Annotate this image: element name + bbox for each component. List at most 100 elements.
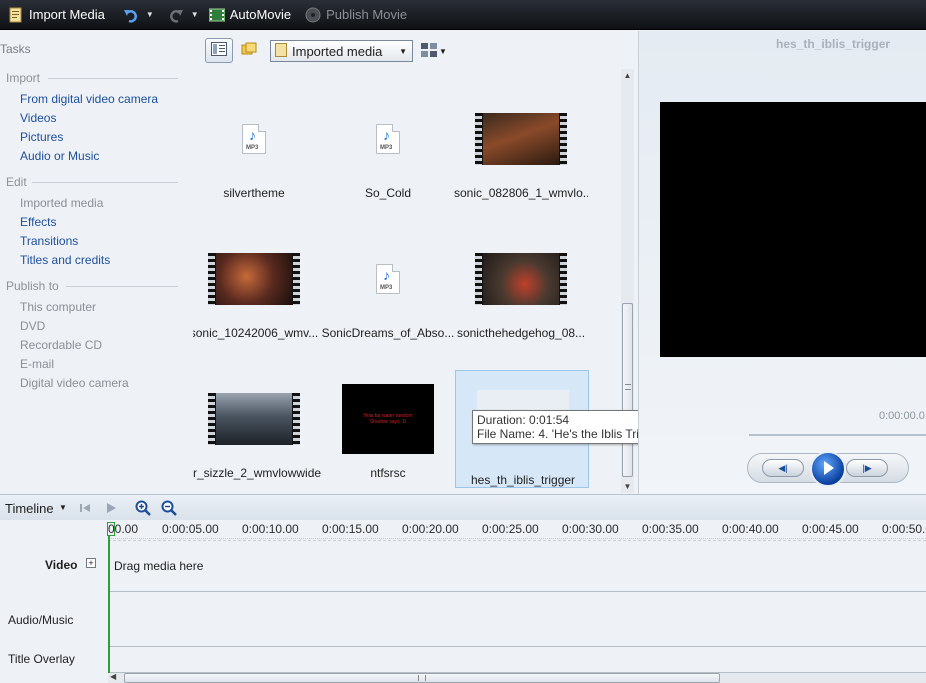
video-track[interactable]: Drag media here [108, 540, 926, 592]
media-item-sonicthehedgehog[interactable]: sonicthehedgehog_08... [454, 234, 588, 352]
zoom-out-icon[interactable] [161, 500, 177, 516]
music-note-icon: ♪ [383, 127, 390, 143]
zoom-in-icon[interactable] [135, 500, 151, 516]
import-media-button[interactable]: Import Media [4, 0, 109, 30]
media-thumb [193, 234, 321, 324]
media-item-label: SonicDreams_of_Abso... [321, 326, 455, 340]
next-frame-button[interactable]: |▶ [846, 459, 888, 477]
video-filmstrip-thumbnail [208, 253, 300, 305]
task-recordable-cd[interactable]: Recordable CD [20, 338, 102, 352]
media-item-label: So_Cold [364, 186, 412, 200]
mp3-file-icon: ♪ MP3 [376, 264, 400, 294]
media-item-sonic-082806[interactable]: sonic_082806_1_wmvlo... [454, 94, 588, 212]
media-item-sonic-10242006[interactable]: sonic_10242006_wmv... [193, 234, 321, 352]
publish-movie-button[interactable]: Publish Movie [301, 0, 411, 30]
media-item-so-cold[interactable]: ♪ MP3 So_Cold [321, 94, 455, 212]
title-overlay-track[interactable] [108, 647, 926, 673]
publish-movie-label: Publish Movie [326, 7, 408, 22]
media-item-silvertheme[interactable]: ♪ MP3 silvertheme [193, 94, 321, 212]
task-effects[interactable]: Effects [20, 215, 56, 229]
tasks-pane: Tasks Import From digital video camera V… [0, 31, 193, 494]
redo-dropdown-icon[interactable]: ▼ [191, 10, 199, 19]
timeline-horizontal-scrollbar[interactable]: ◀ [108, 672, 926, 683]
previous-frame-button[interactable]: ◀| [762, 459, 804, 477]
ruler-tick: 0:00:30.00 [562, 522, 619, 536]
timeline-toolbar: Timeline ▼ [0, 494, 926, 520]
import-media-icon [8, 7, 24, 23]
task-titles-and-credits[interactable]: Titles and credits [20, 253, 110, 267]
media-thumb [454, 234, 588, 324]
view-mode-dropdown-icon: ▼ [439, 46, 447, 56]
music-note-icon: ♪ [383, 267, 390, 283]
media-thumb [193, 374, 321, 464]
task-digital-video-camera[interactable]: Digital video camera [20, 376, 129, 390]
video-filmstrip-thumbnail [475, 253, 567, 305]
main-toolbar: Import Media ▼ ▼ AutoMovie Publish Movie [0, 0, 926, 30]
media-item-sr-sizzle[interactable]: sr_sizzle_2_wmvlowwide [193, 374, 321, 492]
undo-button[interactable]: ▼ [119, 0, 158, 30]
media-item-label: sonic_10242006_wmv... [193, 326, 319, 340]
task-videos[interactable]: Videos [20, 111, 56, 125]
audio-music-track[interactable] [108, 592, 926, 647]
media-item-sonicdreams[interactable]: ♪ MP3 SonicDreams_of_Abso... [321, 234, 455, 352]
rewind-timeline-icon[interactable] [77, 500, 93, 516]
video-filmstrip-thumbnail [475, 113, 567, 165]
play-timeline-icon[interactable] [103, 500, 119, 516]
show-collections-button[interactable] [235, 38, 263, 63]
media-thumb: ♪ MP3 [321, 94, 455, 184]
preview-pane: hes_th_iblis_trigger 0:00:00.0 ◀| |▶ [638, 31, 926, 494]
task-email[interactable]: E-mail [20, 357, 54, 371]
publish-movie-icon [305, 7, 321, 23]
preview-title: hes_th_iblis_trigger [776, 37, 891, 51]
playback-controls: ◀| |▶ [747, 451, 909, 487]
automovie-icon [208, 7, 225, 23]
collection-folder-icon [275, 42, 287, 60]
playhead-handle[interactable] [107, 522, 115, 536]
undo-dropdown-icon[interactable]: ▼ [146, 10, 154, 19]
playhead-line [108, 536, 110, 673]
timeline-dropdown-icon[interactable]: ▼ [59, 503, 67, 512]
show-tasks-button[interactable] [205, 38, 233, 63]
task-audio-or-music[interactable]: Audio or Music [20, 149, 99, 163]
video-frame [216, 253, 292, 305]
scroll-down-arrow-icon[interactable]: ▼ [621, 480, 634, 493]
scroll-left-arrow-icon[interactable]: ◀ [110, 672, 116, 681]
ruler-tick: 0:00:15.00 [322, 522, 379, 536]
timeline-scroll-thumb[interactable] [124, 673, 720, 683]
play-button[interactable] [810, 451, 846, 487]
task-imported-media[interactable]: Imported media [20, 196, 103, 210]
timeline-ruler[interactable]: 00.00 0:00:05.00 0:00:10.00 0:00:15.00 0… [108, 520, 926, 540]
ruler-tick: 0:00:05.00 [162, 522, 219, 536]
expand-video-track-icon[interactable]: + [86, 558, 96, 568]
media-item-label: hes_th_iblis_trigger [470, 473, 576, 487]
scrollbar-thumb[interactable] [622, 303, 633, 477]
next-frame-icon: |▶ [862, 462, 872, 473]
edit-section-heading: Edit [6, 175, 27, 189]
task-dvd[interactable]: DVD [20, 319, 45, 333]
track-headers: Video + Audio/Music Title Overlay [0, 540, 108, 673]
ruler-tick: 0:00:45.00 [802, 522, 859, 536]
task-pictures[interactable]: Pictures [20, 130, 63, 144]
redo-button[interactable]: ▼ [164, 0, 203, 30]
task-pane-icon [211, 42, 227, 59]
view-mode-button[interactable]: ▼ [421, 40, 451, 62]
scroll-grip-icon [418, 675, 426, 681]
automovie-button[interactable]: AutoMovie [205, 0, 295, 30]
preview-time: 0:00:00.0 [879, 410, 925, 422]
seek-bar[interactable] [749, 434, 926, 436]
video-frame [216, 393, 292, 445]
timeline-label[interactable]: Timeline [5, 501, 54, 516]
video-filmstrip-thumbnail [208, 393, 300, 445]
media-item-ntfsrsc[interactable]: How far water random Shadow says :D ntfs… [321, 374, 455, 492]
scroll-up-arrow-icon[interactable]: ▲ [621, 69, 634, 82]
mp3-file-icon: ♪ MP3 [242, 124, 266, 154]
task-transitions[interactable]: Transitions [20, 234, 78, 248]
video-frame [483, 253, 559, 305]
drag-media-hint: Drag media here [114, 559, 204, 573]
task-from-digital-video-camera[interactable]: From digital video camera [20, 92, 158, 106]
task-this-computer[interactable]: This computer [20, 300, 96, 314]
media-item-label: sonic_082806_1_wmvlo... [454, 186, 588, 200]
media-item-label: ntfsrsc [370, 466, 406, 480]
preview-monitor[interactable] [660, 102, 926, 357]
collection-dropdown[interactable]: Imported media ▼ [270, 40, 413, 62]
